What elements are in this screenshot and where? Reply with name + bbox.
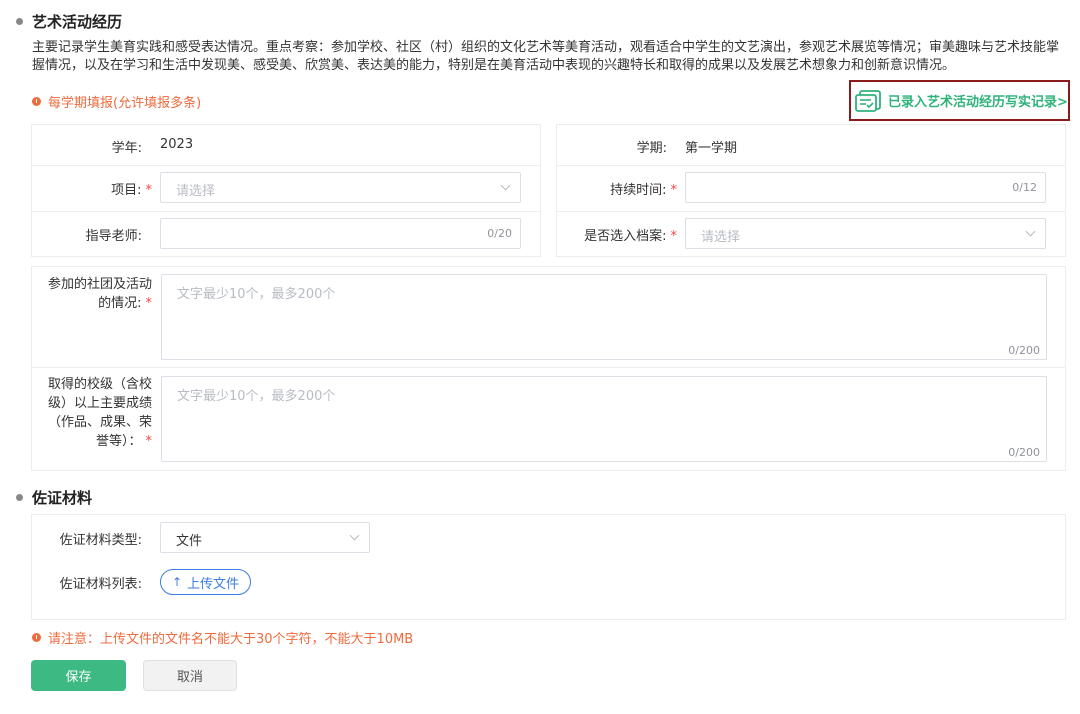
archive-label: 是否选入档案: * xyxy=(584,229,677,244)
term-label: 学期: xyxy=(636,141,667,156)
duration-input[interactable]: 0/12 xyxy=(685,172,1046,203)
row-teacher: 指导老师: 0/20 xyxy=(32,212,540,258)
achievements-textarea[interactable]: 文字最少10个，最多200个 0/200 xyxy=(161,376,1047,462)
teacher-label: 指导老师: xyxy=(85,229,142,244)
achievements-placeholder: 文字最少10个，最多200个 xyxy=(177,389,336,404)
archive-placeholder: 请选择 xyxy=(701,230,741,245)
cancel-button[interactable]: 取消 xyxy=(143,660,237,691)
evidence-panel: 佐证材料类型: 文件 佐证材料列表: xyxy=(31,514,1066,620)
bullet-dot-icon xyxy=(16,494,23,501)
upload-file-label: 上传文件 xyxy=(187,576,240,592)
achievements-counter: 0/200 xyxy=(1008,446,1040,459)
row-duration: 持续时间: * 0/12 xyxy=(557,166,1065,212)
document-list-icon xyxy=(855,89,881,112)
bullet-dot-icon xyxy=(16,18,23,25)
year-value: 2023 xyxy=(160,137,194,152)
duration-label: 持续时间: * xyxy=(610,183,677,198)
clubs-counter: 0/200 xyxy=(1008,344,1040,357)
project-label: 项目: * xyxy=(111,183,152,198)
save-button[interactable]: 保存 xyxy=(31,660,126,691)
project-placeholder: 请选择 xyxy=(176,184,216,199)
form-panel-textareas: 参加的社团及活动 的情况: * 文字最少10个，最多200个 0/200 取得的校… xyxy=(31,266,1066,471)
section-title-art-activities: 艺术活动经历 xyxy=(16,11,122,32)
achievements-label: 取得的校级（含校 级）以上主要成绩 （作品、成果、荣 誉等）： * xyxy=(47,377,152,449)
form-panel-left: 学年: 2023 项目: * 请选择 指导老师: 0/20 xyxy=(31,124,541,257)
year-label: 学年: xyxy=(111,141,142,156)
clubs-textarea[interactable]: 文字最少10个，最多200个 0/200 xyxy=(161,274,1047,360)
archive-select[interactable]: 请选择 xyxy=(685,218,1046,249)
evidence-type-value: 文件 xyxy=(176,534,203,549)
evidence-list-label: 佐证材料列表: xyxy=(59,577,142,592)
clubs-label: 参加的社团及活动 的情况: * xyxy=(47,277,152,311)
warning-icon xyxy=(32,633,41,642)
section-description: 主要记录学生美育实践和感受表达情况。重点考察：参加学校、社区（村）组织的文化艺术… xyxy=(32,40,1060,73)
form-panel-right: 学期: 第一学期 持续时间: * 0/12 是否选入档案: * 请选择 xyxy=(556,124,1066,257)
row-archive: 是否选入档案: * 请选择 xyxy=(557,212,1065,258)
recorded-entries-link-text[interactable]: 已录入艺术活动经历写实记录> xyxy=(888,91,1068,110)
upload-note-text: 请注意：上传文件的文件名不能大于30个字符，不能大于10MB xyxy=(48,632,414,647)
teacher-counter: 0/20 xyxy=(487,227,512,240)
duration-counter: 0/12 xyxy=(1012,181,1037,194)
teacher-input[interactable]: 0/20 xyxy=(160,218,521,249)
row-clubs: 参加的社团及活动 的情况: * 文字最少10个，最多200个 0/200 xyxy=(32,267,1065,368)
section-title-text: 佐证材料 xyxy=(32,489,93,507)
evidence-type-select[interactable]: 文件 xyxy=(160,522,370,553)
fill-note: 每学期填报(允许填报多条) xyxy=(32,92,201,111)
term-value: 第一学期 xyxy=(685,141,738,156)
fill-note-text: 每学期填报(允许填报多条) xyxy=(48,96,202,111)
upload-note: 请注意：上传文件的文件名不能大于30个字符，不能大于10MB xyxy=(32,628,413,647)
recorded-entries-link[interactable]: 已录入艺术活动经历写实记录> xyxy=(849,80,1070,121)
section-title-evidence: 佐证材料 xyxy=(16,487,92,508)
chevron-down-icon xyxy=(500,180,511,191)
evidence-type-label: 佐证材料类型: xyxy=(59,533,142,548)
upload-file-button[interactable]: ↑ 上传文件 xyxy=(160,569,251,595)
section-title-text: 艺术活动经历 xyxy=(32,13,123,31)
chevron-down-icon xyxy=(349,530,360,541)
project-select[interactable]: 请选择 xyxy=(160,172,521,203)
row-year: 学年: 2023 xyxy=(32,125,540,166)
chevron-down-icon xyxy=(1025,226,1036,237)
clubs-placeholder: 文字最少10个，最多200个 xyxy=(177,287,336,302)
row-term: 学期: 第一学期 xyxy=(557,125,1065,166)
upload-arrow-icon: ↑ xyxy=(171,575,183,589)
row-achievements: 取得的校级（含校 级）以上主要成绩 （作品、成果、荣 誉等）： * 文字最少10个… xyxy=(32,368,1065,472)
row-project: 项目: * 请选择 xyxy=(32,166,540,212)
warning-icon xyxy=(32,97,41,106)
